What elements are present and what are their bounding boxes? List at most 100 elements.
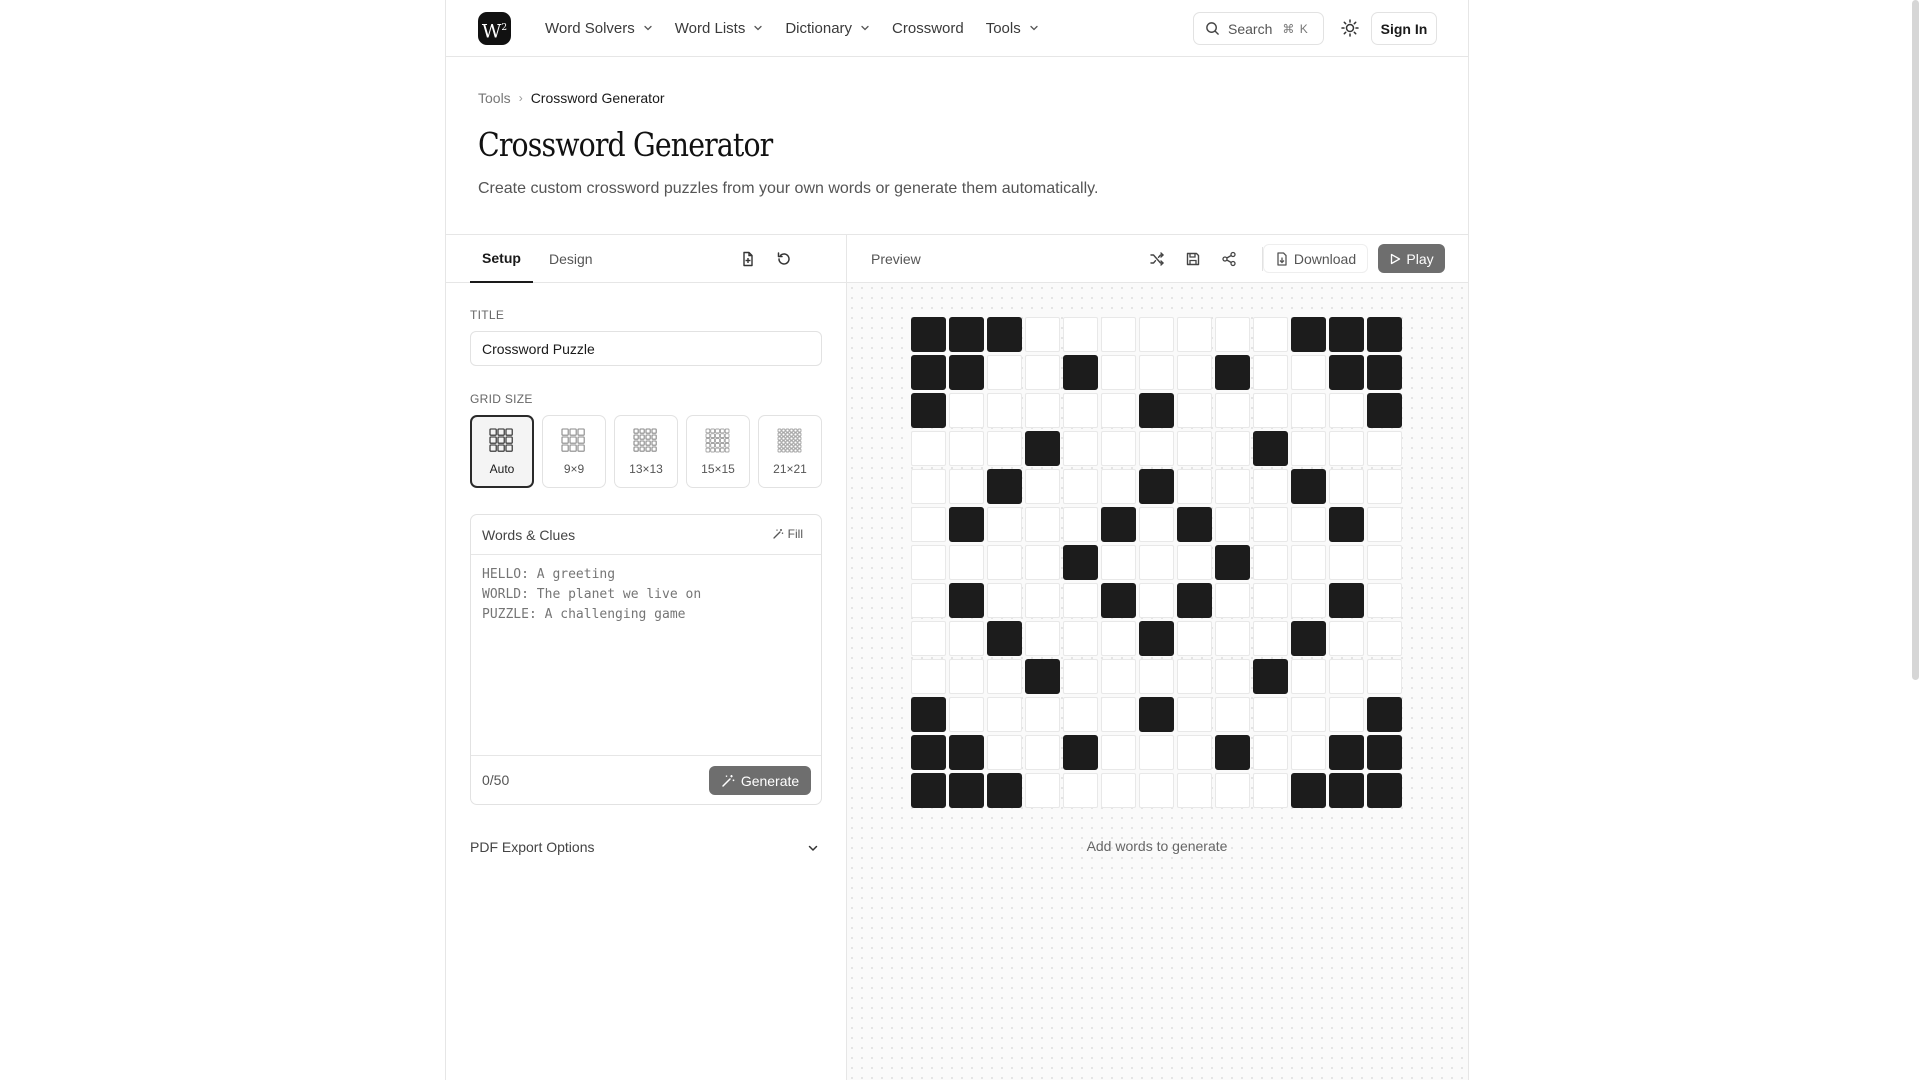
words-clues-textarea[interactable]	[482, 565, 812, 755]
grid-cell-white	[987, 355, 1022, 390]
grid-cell-white	[949, 431, 984, 466]
save-button[interactable]	[1183, 249, 1203, 269]
tab-design[interactable]: Design	[549, 235, 593, 283]
grid-cell-white	[1177, 393, 1212, 428]
search-shortcut: ⌘ K	[1282, 21, 1309, 36]
nav-item-word-lists[interactable]: Word Lists	[675, 20, 764, 37]
nav-item-crossword[interactable]: Crossword	[892, 20, 964, 37]
logo-superscript: 2	[501, 23, 508, 33]
grid-cell-black	[949, 507, 984, 542]
import-file-button[interactable]	[738, 249, 758, 269]
grid-size-option-13x13[interactable]: 13×13	[614, 415, 678, 488]
grid-cell-white	[987, 583, 1022, 618]
preview-panel: Preview Download Play Add words to gener…	[847, 235, 1468, 1080]
grid-cell-white	[1291, 659, 1326, 694]
grid-cell-white	[1253, 621, 1288, 656]
save-icon	[1186, 252, 1200, 266]
download-button[interactable]: Download	[1263, 244, 1368, 273]
grid-cell-black	[1139, 393, 1174, 428]
grid-cell-black	[1101, 507, 1136, 542]
grid-size-options: Auto 9×9 13×13 15×15 21×21	[470, 415, 822, 488]
breadcrumb: Tools › Crossword Generator	[478, 90, 665, 106]
play-button[interactable]: Play	[1378, 244, 1445, 273]
chevron-down-icon	[808, 845, 818, 851]
grid-cell-black	[1215, 735, 1250, 770]
grid-cell-white	[1177, 469, 1212, 504]
words-clues-header: Words & Clues Fill	[471, 515, 821, 555]
pdf-export-options-toggle[interactable]: PDF Export Options	[470, 835, 822, 859]
grid-cell-white	[1291, 697, 1326, 732]
grid-cell-white	[1253, 773, 1288, 808]
grid-cell-black	[911, 393, 946, 428]
grid-cell-white	[1101, 697, 1136, 732]
logo-letter: W	[481, 20, 502, 43]
grid-size-label: 13×13	[629, 461, 663, 476]
setup-tabs: Setup Design	[446, 235, 846, 283]
grid-size-label: Auto	[489, 461, 515, 476]
title-input[interactable]	[470, 331, 822, 366]
grid-cell-black	[1367, 355, 1402, 390]
site-logo[interactable]: W2	[478, 12, 511, 45]
grid-cell-white	[987, 431, 1022, 466]
generate-label: Generate	[740, 772, 800, 789]
grid-cell-white	[987, 393, 1022, 428]
grid-cell-white	[1215, 431, 1250, 466]
grid-cell-white	[1215, 317, 1250, 352]
reset-button[interactable]	[774, 249, 794, 269]
page-scrollbar[interactable]	[1912, 0, 1919, 680]
grid-cell-black	[1139, 469, 1174, 504]
share-button[interactable]	[1219, 249, 1239, 269]
nav-item-tools[interactable]: Tools	[986, 20, 1039, 37]
shuffle-icon	[1150, 252, 1164, 266]
grid-size-option-auto[interactable]: Auto	[470, 415, 534, 488]
grid-icon	[489, 427, 513, 452]
grid-cell-white	[1177, 317, 1212, 352]
grid-size-option-9x9[interactable]: 9×9	[542, 415, 606, 488]
grid-cell-white	[1253, 355, 1288, 390]
shuffle-button[interactable]	[1147, 249, 1167, 269]
grid-cell-white	[1367, 507, 1402, 542]
grid-cell-black	[1177, 507, 1212, 542]
search-label: Search	[1228, 20, 1273, 37]
nav-item-dictionary[interactable]: Dictionary	[785, 20, 870, 37]
grid-cell-white	[1177, 545, 1212, 580]
grid-cell-black	[1101, 583, 1136, 618]
grid-cell-white	[1101, 431, 1136, 466]
grid-cell-white	[1025, 621, 1060, 656]
grid-size-option-21x21[interactable]: 21×21	[758, 415, 822, 488]
grid-size-option-15x15[interactable]: 15×15	[686, 415, 750, 488]
reset-icon	[777, 252, 790, 265]
breadcrumb-tools-link[interactable]: Tools	[478, 90, 511, 106]
grid-cell-white	[1291, 583, 1326, 618]
grid-cell-white	[1253, 469, 1288, 504]
play-label: Play	[1406, 250, 1434, 267]
grid-cell-black	[1139, 621, 1174, 656]
theme-toggle-sun-icon[interactable]	[1340, 18, 1360, 38]
grid-cell-white	[1367, 621, 1402, 656]
grid-cell-white	[1215, 507, 1250, 542]
word-count: 0/50	[482, 772, 510, 788]
search-button[interactable]: Search ⌘ K	[1193, 12, 1324, 45]
preview-toolbar: Preview Download Play	[847, 235, 1468, 283]
nav-item-label: Dictionary	[785, 19, 853, 37]
grid-cell-white	[1215, 393, 1250, 428]
fill-button[interactable]: Fill	[772, 527, 803, 541]
grid-cell-white	[1025, 469, 1060, 504]
grid-cell-white	[1291, 355, 1326, 390]
grid-size-label: 21×21	[773, 461, 807, 476]
grid-cell-white	[1291, 735, 1326, 770]
grid-cell-white	[949, 659, 984, 694]
title-label: TITLE	[470, 308, 505, 322]
grid-cell-white	[1101, 545, 1136, 580]
tab-setup[interactable]: Setup	[470, 235, 533, 283]
generate-button[interactable]: Generate	[709, 766, 811, 795]
grid-cell-white	[1139, 355, 1174, 390]
sign-in-button[interactable]: Sign In	[1371, 12, 1437, 45]
grid-cell-white	[1253, 507, 1288, 542]
grid-cell-white	[1101, 735, 1136, 770]
grid-size-label: 15×15	[701, 461, 735, 476]
grid-cell-white	[1177, 773, 1212, 808]
nav-item-word-solvers[interactable]: Word Solvers	[545, 20, 653, 37]
grid-cell-white	[987, 545, 1022, 580]
grid-cell-white	[1025, 507, 1060, 542]
